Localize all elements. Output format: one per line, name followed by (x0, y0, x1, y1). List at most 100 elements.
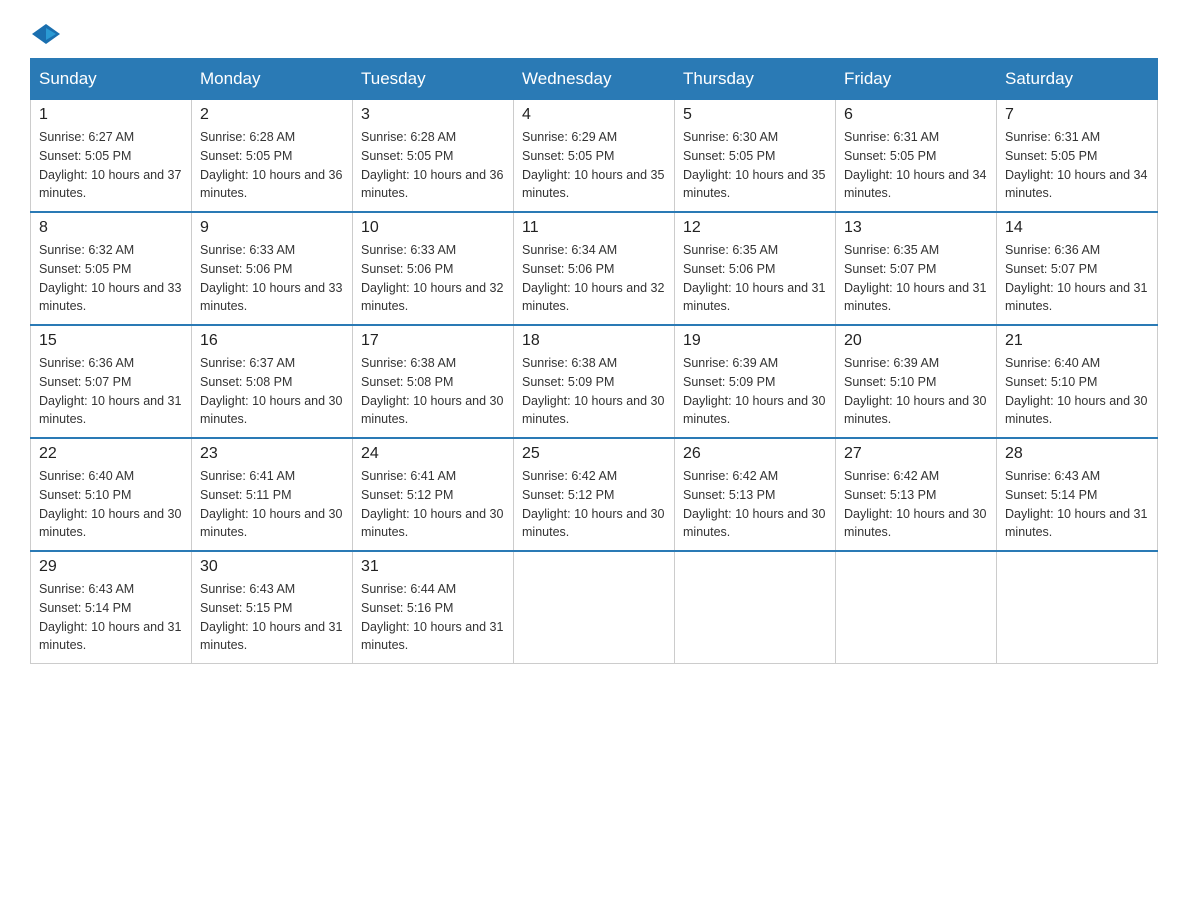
day-info: Sunrise: 6:30 AMSunset: 5:05 PMDaylight:… (683, 128, 827, 203)
weekday-header-wednesday: Wednesday (514, 59, 675, 100)
calendar-cell: 7 Sunrise: 6:31 AMSunset: 5:05 PMDaylight… (997, 100, 1158, 213)
calendar-cell (675, 551, 836, 664)
day-info: Sunrise: 6:39 AMSunset: 5:10 PMDaylight:… (844, 354, 988, 429)
day-number: 12 (683, 219, 827, 237)
day-info: Sunrise: 6:37 AMSunset: 5:08 PMDaylight:… (200, 354, 344, 429)
day-number: 4 (522, 106, 666, 124)
calendar-cell: 20 Sunrise: 6:39 AMSunset: 5:10 PMDayligh… (836, 325, 997, 438)
day-info: Sunrise: 6:32 AMSunset: 5:05 PMDaylight:… (39, 241, 183, 316)
calendar-week-row: 15 Sunrise: 6:36 AMSunset: 5:07 PMDayligh… (31, 325, 1158, 438)
day-number: 7 (1005, 106, 1149, 124)
day-number: 23 (200, 445, 344, 463)
day-info: Sunrise: 6:42 AMSunset: 5:13 PMDaylight:… (844, 467, 988, 542)
day-info: Sunrise: 6:40 AMSunset: 5:10 PMDaylight:… (1005, 354, 1149, 429)
calendar-cell: 26 Sunrise: 6:42 AMSunset: 5:13 PMDayligh… (675, 438, 836, 551)
day-number: 28 (1005, 445, 1149, 463)
day-info: Sunrise: 6:33 AMSunset: 5:06 PMDaylight:… (361, 241, 505, 316)
day-info: Sunrise: 6:43 AMSunset: 5:14 PMDaylight:… (39, 580, 183, 655)
calendar-cell: 5 Sunrise: 6:30 AMSunset: 5:05 PMDaylight… (675, 100, 836, 213)
weekday-header-sunday: Sunday (31, 59, 192, 100)
day-info: Sunrise: 6:31 AMSunset: 5:05 PMDaylight:… (844, 128, 988, 203)
day-info: Sunrise: 6:39 AMSunset: 5:09 PMDaylight:… (683, 354, 827, 429)
day-info: Sunrise: 6:40 AMSunset: 5:10 PMDaylight:… (39, 467, 183, 542)
calendar-cell (514, 551, 675, 664)
calendar-cell: 10Sunrise: 6:33 AMSunset: 5:06 PMDayligh… (353, 212, 514, 325)
day-number: 17 (361, 332, 505, 350)
day-info: Sunrise: 6:36 AMSunset: 5:07 PMDaylight:… (1005, 241, 1149, 316)
weekday-header-row: SundayMondayTuesdayWednesdayThursdayFrid… (31, 59, 1158, 100)
calendar-cell: 13Sunrise: 6:35 AMSunset: 5:07 PMDayligh… (836, 212, 997, 325)
day-info: Sunrise: 6:31 AMSunset: 5:05 PMDaylight:… (1005, 128, 1149, 203)
calendar-cell: 4 Sunrise: 6:29 AMSunset: 5:05 PMDaylight… (514, 100, 675, 213)
calendar-cell: 24 Sunrise: 6:41 AMSunset: 5:12 PMDayligh… (353, 438, 514, 551)
weekday-header-monday: Monday (192, 59, 353, 100)
calendar-week-row: 1 Sunrise: 6:27 AMSunset: 5:05 PMDaylight… (31, 100, 1158, 213)
calendar-cell: 27 Sunrise: 6:42 AMSunset: 5:13 PMDayligh… (836, 438, 997, 551)
day-info: Sunrise: 6:42 AMSunset: 5:13 PMDaylight:… (683, 467, 827, 542)
calendar-cell: 19 Sunrise: 6:39 AMSunset: 5:09 PMDayligh… (675, 325, 836, 438)
day-number: 26 (683, 445, 827, 463)
day-info: Sunrise: 6:27 AMSunset: 5:05 PMDaylight:… (39, 128, 183, 203)
logo-icon (32, 20, 60, 48)
weekday-header-friday: Friday (836, 59, 997, 100)
calendar-cell: 21 Sunrise: 6:40 AMSunset: 5:10 PMDayligh… (997, 325, 1158, 438)
calendar-cell (836, 551, 997, 664)
calendar-cell (997, 551, 1158, 664)
day-number: 16 (200, 332, 344, 350)
day-info: Sunrise: 6:29 AMSunset: 5:05 PMDaylight:… (522, 128, 666, 203)
calendar-week-row: 22 Sunrise: 6:40 AMSunset: 5:10 PMDayligh… (31, 438, 1158, 551)
calendar-cell: 29 Sunrise: 6:43 AMSunset: 5:14 PMDayligh… (31, 551, 192, 664)
page-header (30, 20, 1158, 48)
calendar-cell: 25Sunrise: 6:42 AMSunset: 5:12 PMDayligh… (514, 438, 675, 551)
calendar-cell: 12 Sunrise: 6:35 AMSunset: 5:06 PMDayligh… (675, 212, 836, 325)
day-number: 24 (361, 445, 505, 463)
day-number: 27 (844, 445, 988, 463)
day-number: 11 (522, 219, 666, 237)
day-info: Sunrise: 6:41 AMSunset: 5:12 PMDaylight:… (361, 467, 505, 542)
day-number: 29 (39, 558, 183, 576)
day-info: Sunrise: 6:35 AMSunset: 5:06 PMDaylight:… (683, 241, 827, 316)
day-info: Sunrise: 6:41 AMSunset: 5:11 PMDaylight:… (200, 467, 344, 542)
logo (30, 20, 60, 48)
calendar-cell: 28 Sunrise: 6:43 AMSunset: 5:14 PMDayligh… (997, 438, 1158, 551)
calendar-cell: 16 Sunrise: 6:37 AMSunset: 5:08 PMDayligh… (192, 325, 353, 438)
weekday-header-saturday: Saturday (997, 59, 1158, 100)
calendar-table: SundayMondayTuesdayWednesdayThursdayFrid… (30, 58, 1158, 664)
day-number: 8 (39, 219, 183, 237)
day-info: Sunrise: 6:42 AMSunset: 5:12 PMDaylight:… (522, 467, 666, 542)
day-info: Sunrise: 6:38 AMSunset: 5:08 PMDaylight:… (361, 354, 505, 429)
day-info: Sunrise: 6:43 AMSunset: 5:14 PMDaylight:… (1005, 467, 1149, 542)
day-number: 9 (200, 219, 344, 237)
calendar-cell: 3 Sunrise: 6:28 AMSunset: 5:05 PMDaylight… (353, 100, 514, 213)
day-number: 22 (39, 445, 183, 463)
day-number: 19 (683, 332, 827, 350)
day-number: 15 (39, 332, 183, 350)
day-number: 1 (39, 106, 183, 124)
calendar-cell: 15 Sunrise: 6:36 AMSunset: 5:07 PMDayligh… (31, 325, 192, 438)
day-number: 18 (522, 332, 666, 350)
day-number: 31 (361, 558, 505, 576)
day-info: Sunrise: 6:33 AMSunset: 5:06 PMDaylight:… (200, 241, 344, 316)
day-info: Sunrise: 6:28 AMSunset: 5:05 PMDaylight:… (200, 128, 344, 203)
day-info: Sunrise: 6:35 AMSunset: 5:07 PMDaylight:… (844, 241, 988, 316)
day-info: Sunrise: 6:34 AMSunset: 5:06 PMDaylight:… (522, 241, 666, 316)
day-number: 2 (200, 106, 344, 124)
day-info: Sunrise: 6:28 AMSunset: 5:05 PMDaylight:… (361, 128, 505, 203)
day-number: 5 (683, 106, 827, 124)
calendar-cell: 8 Sunrise: 6:32 AMSunset: 5:05 PMDaylight… (31, 212, 192, 325)
calendar-cell: 6Sunrise: 6:31 AMSunset: 5:05 PMDaylight… (836, 100, 997, 213)
calendar-week-row: 29 Sunrise: 6:43 AMSunset: 5:14 PMDayligh… (31, 551, 1158, 664)
calendar-cell: 31 Sunrise: 6:44 AMSunset: 5:16 PMDayligh… (353, 551, 514, 664)
day-info: Sunrise: 6:36 AMSunset: 5:07 PMDaylight:… (39, 354, 183, 429)
calendar-cell: 17 Sunrise: 6:38 AMSunset: 5:08 PMDayligh… (353, 325, 514, 438)
day-number: 20 (844, 332, 988, 350)
calendar-cell: 1 Sunrise: 6:27 AMSunset: 5:05 PMDaylight… (31, 100, 192, 213)
calendar-week-row: 8 Sunrise: 6:32 AMSunset: 5:05 PMDaylight… (31, 212, 1158, 325)
day-info: Sunrise: 6:44 AMSunset: 5:16 PMDaylight:… (361, 580, 505, 655)
day-number: 21 (1005, 332, 1149, 350)
day-number: 3 (361, 106, 505, 124)
weekday-header-thursday: Thursday (675, 59, 836, 100)
day-info: Sunrise: 6:43 AMSunset: 5:15 PMDaylight:… (200, 580, 344, 655)
day-number: 30 (200, 558, 344, 576)
calendar-cell: 30 Sunrise: 6:43 AMSunset: 5:15 PMDayligh… (192, 551, 353, 664)
